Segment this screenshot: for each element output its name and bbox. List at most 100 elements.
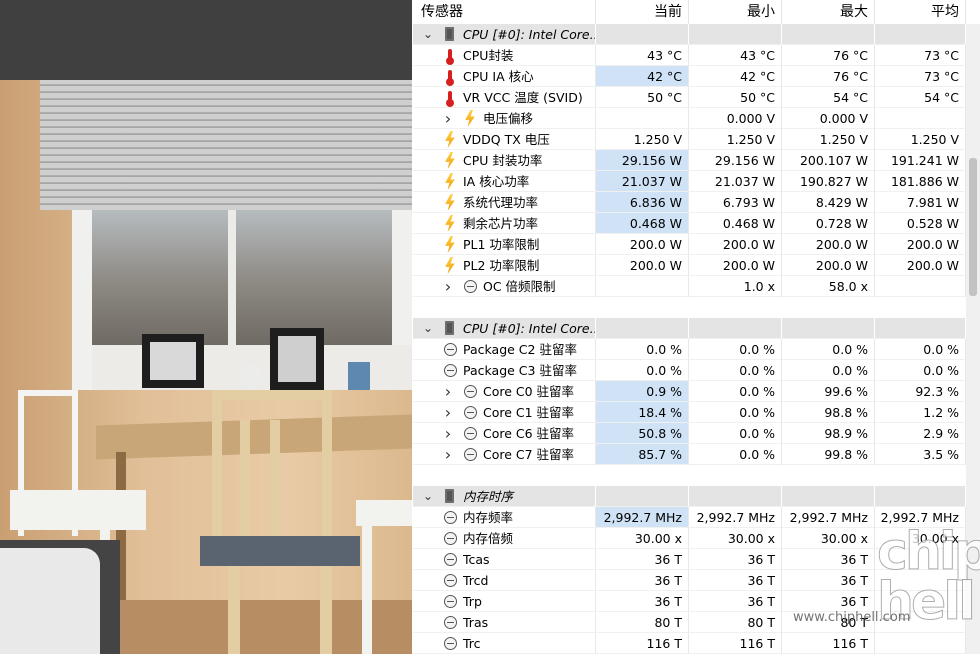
- min-value: 0.0 %: [689, 381, 782, 402]
- min-value: 0.0 %: [689, 423, 782, 444]
- current-value: 50.8 %: [596, 423, 689, 444]
- avg-value: [875, 24, 966, 45]
- sensor-name-cell: Trc: [413, 633, 596, 654]
- max-value: 200.0 W: [782, 255, 875, 276]
- sensor-row[interactable]: CPU 封装功率 29.156 W 29.156 W 200.107 W 191.241…: [413, 150, 980, 171]
- sensor-row[interactable]: 剩余芯片功率 0.468 W 0.468 W 0.728 W 0.528 W: [413, 213, 980, 234]
- header-avg[interactable]: 平均: [875, 0, 966, 24]
- clock-icon: [443, 636, 457, 651]
- bolt-icon: [443, 215, 457, 232]
- avg-value: 1.2 %: [875, 402, 966, 423]
- avg-value: [875, 318, 966, 339]
- sensor-row[interactable]: VR VCC 温度 (SVID) 50 °C 50 °C 54 °C 54 °C: [413, 87, 980, 108]
- scrollbar-thumb[interactable]: [969, 158, 977, 296]
- sensor-row[interactable]: › Core C7 驻留率 85.7 % 0.0 % 99.8 % 3.5 %: [413, 444, 980, 465]
- avg-value: 200.0 W: [875, 234, 966, 255]
- avg-value: 200.0 W: [875, 255, 966, 276]
- sensor-row[interactable]: › Core C1 驻留率 18.4 % 0.0 % 98.8 % 1.2 %: [413, 402, 980, 423]
- sensor-row[interactable]: › 电压偏移 0.000 V 0.000 V: [413, 108, 980, 129]
- avg-value: [875, 612, 966, 633]
- sensor-name-cell: › 电压偏移: [413, 108, 596, 129]
- sensor-row[interactable]: PL1 功率限制 200.0 W 200.0 W 200.0 W 200.0 W: [413, 234, 980, 255]
- sensor-label: Tras: [463, 615, 489, 630]
- clock-icon: [443, 615, 457, 630]
- min-value: 200.0 W: [689, 255, 782, 276]
- sensor-group-row[interactable]: ⌄ CPU [#0]: Intel Core...: [413, 24, 980, 45]
- max-value: 54 °C: [782, 87, 875, 108]
- sensor-row[interactable]: › Core C0 驻留率 0.9 % 0.0 % 99.6 % 92.3 %: [413, 381, 980, 402]
- current-value: [596, 108, 689, 129]
- sensor-row[interactable]: Package C3 驻留率 0.0 % 0.0 % 0.0 % 0.0 %: [413, 360, 980, 381]
- sensor-name-cell: Package C2 驻留率: [413, 339, 596, 360]
- chevron-right-icon[interactable]: ›: [441, 402, 455, 422]
- sensor-label: Core C1 驻留率: [483, 405, 575, 420]
- sensor-row[interactable]: › Core C6 驻留率 50.8 % 0.0 % 98.9 % 2.9 %: [413, 423, 980, 444]
- photo-picture-frame: [142, 334, 204, 388]
- clock-icon: [443, 594, 457, 609]
- bolt-icon: [443, 152, 457, 169]
- sensor-row[interactable]: IA 核心功率 21.037 W 21.037 W 190.827 W 181.886 …: [413, 171, 980, 192]
- chevron-down-icon[interactable]: ⌄: [421, 486, 435, 506]
- photo-chair-seat: [356, 500, 412, 526]
- clock-icon: [463, 447, 477, 462]
- header-max[interactable]: 最大: [782, 0, 875, 24]
- sensor-row[interactable]: VDDQ TX 电压 1.250 V 1.250 V 1.250 V 1.250 V: [413, 129, 980, 150]
- sensor-row[interactable]: Trc 116 T 116 T 116 T: [413, 633, 980, 654]
- sensor-name-cell: › Core C0 驻留率: [413, 381, 596, 402]
- sensor-label: Tcas: [463, 552, 490, 567]
- clock-icon: [443, 510, 457, 525]
- sensor-row[interactable]: 系统代理功率 6.836 W 6.793 W 8.429 W 7.981 W: [413, 192, 980, 213]
- avg-value: [875, 108, 966, 129]
- sensor-row[interactable]: Package C2 驻留率 0.0 % 0.0 % 0.0 % 0.0 %: [413, 339, 980, 360]
- photo-vase: [348, 362, 370, 390]
- max-value: 200.107 W: [782, 150, 875, 171]
- photo-chair-seat: [200, 536, 360, 566]
- sensor-label: CPU IA 核心: [463, 69, 534, 84]
- header-current[interactable]: 当前: [596, 0, 689, 24]
- chevron-down-icon[interactable]: ⌄: [421, 318, 435, 338]
- current-value: 85.7 %: [596, 444, 689, 465]
- sensor-label: CPU [#0]: Intel Core...: [463, 27, 596, 42]
- chevron-right-icon[interactable]: ›: [441, 423, 455, 443]
- sensor-label: VR VCC 温度 (SVID): [463, 90, 583, 105]
- thermometer-icon: [443, 90, 457, 107]
- sensor-row[interactable]: 内存倍频 30.00 x 30.00 x 30.00 x 30.00 x: [413, 528, 980, 549]
- min-value: 30.00 x: [689, 528, 782, 549]
- sensor-row[interactable]: Trcd 36 T 36 T 36 T: [413, 570, 980, 591]
- chevron-down-icon[interactable]: ⌄: [421, 24, 435, 44]
- chevron-right-icon[interactable]: ›: [441, 381, 455, 401]
- current-value: [596, 24, 689, 45]
- chevron-right-icon[interactable]: ›: [441, 108, 455, 128]
- header-sensor[interactable]: 传感器: [413, 0, 596, 24]
- chip-icon: [443, 27, 457, 42]
- sensor-group-row[interactable]: ⌄ 内存时序: [413, 486, 980, 507]
- chevron-right-icon[interactable]: ›: [441, 276, 455, 296]
- chevron-right-icon[interactable]: ›: [441, 444, 455, 464]
- max-value: 30.00 x: [782, 528, 875, 549]
- sensor-row[interactable]: 内存频率 2,992.7 MHz 2,992.7 MHz 2,992.7 MHz 2,9…: [413, 507, 980, 528]
- avg-value: 7.981 W: [875, 192, 966, 213]
- sensor-row[interactable]: › OC 倍频限制 1.0 x 58.0 x: [413, 276, 980, 297]
- photo-chair-leg: [320, 566, 332, 654]
- sensor-label: Core C6 驻留率: [483, 426, 575, 441]
- sensor-row[interactable]: CPU封装 43 °C 43 °C 76 °C 73 °C: [413, 45, 980, 66]
- sensor-row[interactable]: CPU IA 核心 42 °C 42 °C 76 °C 73 °C: [413, 66, 980, 87]
- sensor-label: PL1 功率限制: [463, 237, 540, 252]
- header-min[interactable]: 最小: [689, 0, 782, 24]
- max-value: 99.8 %: [782, 444, 875, 465]
- avg-value: 2.9 %: [875, 423, 966, 444]
- sensor-group-row[interactable]: ⌄ CPU [#0]: Intel Core...: [413, 318, 980, 339]
- sensor-name-cell: CPU封装: [413, 45, 596, 66]
- max-value: [782, 318, 875, 339]
- column-header: 传感器 当前 最小 最大 平均: [413, 0, 980, 25]
- photo-chair-leg: [362, 526, 372, 654]
- max-value: 36 T: [782, 591, 875, 612]
- sensor-row[interactable]: Tras 80 T 80 T 80 T: [413, 612, 980, 633]
- photo-pillow: [0, 548, 100, 654]
- sensor-row[interactable]: PL2 功率限制 200.0 W 200.0 W 200.0 W 200.0 W: [413, 255, 980, 276]
- current-value: 0.9 %: [596, 381, 689, 402]
- sensor-row[interactable]: Trp 36 T 36 T 36 T: [413, 591, 980, 612]
- vertical-scrollbar[interactable]: [966, 24, 980, 654]
- sensor-row[interactable]: Tcas 36 T 36 T 36 T: [413, 549, 980, 570]
- sensor-label: 系统代理功率: [463, 195, 539, 210]
